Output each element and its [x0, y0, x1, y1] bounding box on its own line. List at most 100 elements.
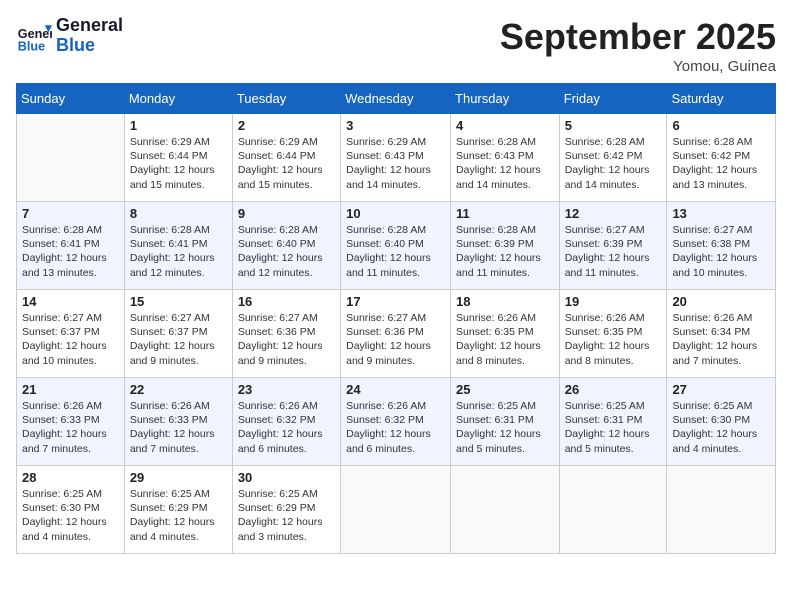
header-friday: Friday [559, 84, 667, 114]
location-subtitle: Yomou, Guinea [500, 58, 776, 75]
header-saturday: Saturday [667, 84, 776, 114]
cell-info: Sunrise: 6:28 AM Sunset: 6:42 PM Dayligh… [672, 135, 770, 192]
day-number: 5 [565, 118, 662, 133]
calendar-week-row: 14 Sunrise: 6:27 AM Sunset: 6:37 PM Dayli… [17, 290, 776, 378]
calendar-cell: 18 Sunrise: 6:26 AM Sunset: 6:35 PM Dayli… [451, 290, 560, 378]
cell-info: Sunrise: 6:27 AM Sunset: 6:38 PM Dayligh… [672, 223, 770, 280]
calendar-cell: 6 Sunrise: 6:28 AM Sunset: 6:42 PM Daylig… [667, 114, 776, 202]
logo: General Blue General Blue [16, 16, 123, 56]
calendar-cell: 12 Sunrise: 6:27 AM Sunset: 6:39 PM Dayli… [559, 202, 667, 290]
day-number: 17 [346, 294, 445, 309]
calendar-cell: 30Sunrise: 6:25 AM Sunset: 6:29 PM Dayli… [232, 466, 340, 554]
day-number: 12 [565, 206, 662, 221]
cell-info: Sunrise: 6:29 AM Sunset: 6:44 PM Dayligh… [238, 135, 335, 192]
calendar-week-row: 28 Sunrise: 6:25 AM Sunset: 6:30 PM Dayli… [17, 466, 776, 554]
cell-info: Sunrise: 6:28 AM Sunset: 6:42 PM Dayligh… [565, 135, 662, 192]
day-number: 14 [22, 294, 119, 309]
day-number: 25 [456, 382, 554, 397]
cell-info: Sunrise: 6:26 AM Sunset: 6:35 PM Dayligh… [565, 311, 662, 368]
cell-info: Sunrise: 6:28 AM Sunset: 6:40 PM Dayligh… [238, 223, 335, 280]
day-number: 6 [672, 118, 770, 133]
calendar-cell: 23 Sunrise: 6:26 AM Sunset: 6:32 PM Dayli… [232, 378, 340, 466]
header-monday: Monday [124, 84, 232, 114]
cell-info: Sunrise: 6:27 AM Sunset: 6:36 PM Dayligh… [346, 311, 445, 368]
cell-info: Sunrise: 6:29 AM Sunset: 6:43 PM Dayligh… [346, 135, 445, 192]
calendar-cell: 2 Sunrise: 6:29 AM Sunset: 6:44 PM Daylig… [232, 114, 340, 202]
day-number: 29 [130, 470, 227, 485]
calendar-cell: 21Sunrise: 6:26 AM Sunset: 6:33 PM Dayli… [17, 378, 125, 466]
calendar-cell [667, 466, 776, 554]
cell-info: Sunrise: 6:25 AM Sunset: 6:31 PM Dayligh… [565, 399, 662, 456]
calendar-cell: 25 Sunrise: 6:25 AM Sunset: 6:31 PM Dayli… [451, 378, 560, 466]
day-number: 26 [565, 382, 662, 397]
cell-info: Sunrise: 6:26 AM Sunset: 6:32 PM Dayligh… [346, 399, 445, 456]
day-number: 28 [22, 470, 119, 485]
calendar-cell: 4Sunrise: 6:28 AM Sunset: 6:43 PM Daylig… [451, 114, 560, 202]
header-sunday: Sunday [17, 84, 125, 114]
cell-info: Sunrise: 6:25 AM Sunset: 6:29 PM Dayligh… [130, 487, 227, 544]
calendar-cell: 24 Sunrise: 6:26 AM Sunset: 6:32 PM Dayli… [341, 378, 451, 466]
calendar-cell: 14 Sunrise: 6:27 AM Sunset: 6:37 PM Dayli… [17, 290, 125, 378]
calendar-cell: 3 Sunrise: 6:29 AM Sunset: 6:43 PM Daylig… [341, 114, 451, 202]
calendar-cell: 8Sunrise: 6:28 AM Sunset: 6:41 PM Daylig… [124, 202, 232, 290]
day-number: 18 [456, 294, 554, 309]
cell-info: Sunrise: 6:28 AM Sunset: 6:40 PM Dayligh… [346, 223, 445, 280]
calendar-cell [559, 466, 667, 554]
svg-text:Blue: Blue [18, 39, 45, 53]
header-wednesday: Wednesday [341, 84, 451, 114]
day-number: 30 [238, 470, 335, 485]
day-number: 3 [346, 118, 445, 133]
month-title: September 2025 [500, 16, 776, 58]
calendar-cell: 10 Sunrise: 6:28 AM Sunset: 6:40 PM Dayli… [341, 202, 451, 290]
day-number: 13 [672, 206, 770, 221]
calendar-cell: 27Sunrise: 6:25 AM Sunset: 6:30 PM Dayli… [667, 378, 776, 466]
cell-info: Sunrise: 6:27 AM Sunset: 6:37 PM Dayligh… [22, 311, 119, 368]
day-number: 2 [238, 118, 335, 133]
calendar-cell: 15 Sunrise: 6:27 AM Sunset: 6:37 PM Dayli… [124, 290, 232, 378]
cell-info: Sunrise: 6:26 AM Sunset: 6:35 PM Dayligh… [456, 311, 554, 368]
day-number: 10 [346, 206, 445, 221]
cell-info: Sunrise: 6:25 AM Sunset: 6:30 PM Dayligh… [22, 487, 119, 544]
day-number: 4 [456, 118, 554, 133]
cell-info: Sunrise: 6:28 AM Sunset: 6:39 PM Dayligh… [456, 223, 554, 280]
day-number: 11 [456, 206, 554, 221]
calendar-cell [341, 466, 451, 554]
day-number: 7 [22, 206, 119, 221]
calendar-cell: 29 Sunrise: 6:25 AM Sunset: 6:29 PM Dayli… [124, 466, 232, 554]
calendar-cell: 11 Sunrise: 6:28 AM Sunset: 6:39 PM Dayli… [451, 202, 560, 290]
day-number: 9 [238, 206, 335, 221]
cell-info: Sunrise: 6:29 AM Sunset: 6:44 PM Dayligh… [130, 135, 227, 192]
calendar-cell: 1Sunrise: 6:29 AM Sunset: 6:44 PM Daylig… [124, 114, 232, 202]
day-number: 15 [130, 294, 227, 309]
header-tuesday: Tuesday [232, 84, 340, 114]
calendar-table: SundayMondayTuesdayWednesdayThursdayFrid… [16, 83, 776, 554]
calendar-cell: 17 Sunrise: 6:27 AM Sunset: 6:36 PM Dayli… [341, 290, 451, 378]
calendar-cell: 28 Sunrise: 6:25 AM Sunset: 6:30 PM Dayli… [17, 466, 125, 554]
cell-info: Sunrise: 6:26 AM Sunset: 6:33 PM Dayligh… [130, 399, 227, 456]
cell-info: Sunrise: 6:28 AM Sunset: 6:41 PM Dayligh… [22, 223, 119, 280]
calendar-cell: 26 Sunrise: 6:25 AM Sunset: 6:31 PM Dayli… [559, 378, 667, 466]
calendar-cell: 9 Sunrise: 6:28 AM Sunset: 6:40 PM Daylig… [232, 202, 340, 290]
header-thursday: Thursday [451, 84, 560, 114]
calendar-cell: 7 Sunrise: 6:28 AM Sunset: 6:41 PM Daylig… [17, 202, 125, 290]
cell-info: Sunrise: 6:25 AM Sunset: 6:31 PM Dayligh… [456, 399, 554, 456]
logo-text: General Blue [56, 16, 123, 56]
calendar-header-row: SundayMondayTuesdayWednesdayThursdayFrid… [17, 84, 776, 114]
cell-info: Sunrise: 6:25 AM Sunset: 6:30 PM Dayligh… [672, 399, 770, 456]
calendar-cell [17, 114, 125, 202]
day-number: 23 [238, 382, 335, 397]
cell-info: Sunrise: 6:26 AM Sunset: 6:34 PM Dayligh… [672, 311, 770, 368]
day-number: 21 [22, 382, 119, 397]
calendar-cell: 5 Sunrise: 6:28 AM Sunset: 6:42 PM Daylig… [559, 114, 667, 202]
day-number: 24 [346, 382, 445, 397]
cell-info: Sunrise: 6:27 AM Sunset: 6:39 PM Dayligh… [565, 223, 662, 280]
logo-icon: General Blue [16, 18, 52, 54]
cell-info: Sunrise: 6:26 AM Sunset: 6:32 PM Dayligh… [238, 399, 335, 456]
calendar-cell: 13 Sunrise: 6:27 AM Sunset: 6:38 PM Dayli… [667, 202, 776, 290]
calendar-cell: 20Sunrise: 6:26 AM Sunset: 6:34 PM Dayli… [667, 290, 776, 378]
day-number: 19 [565, 294, 662, 309]
day-number: 8 [130, 206, 227, 221]
day-number: 16 [238, 294, 335, 309]
title-block: September 2025 Yomou, Guinea [500, 16, 776, 75]
cell-info: Sunrise: 6:27 AM Sunset: 6:37 PM Dayligh… [130, 311, 227, 368]
